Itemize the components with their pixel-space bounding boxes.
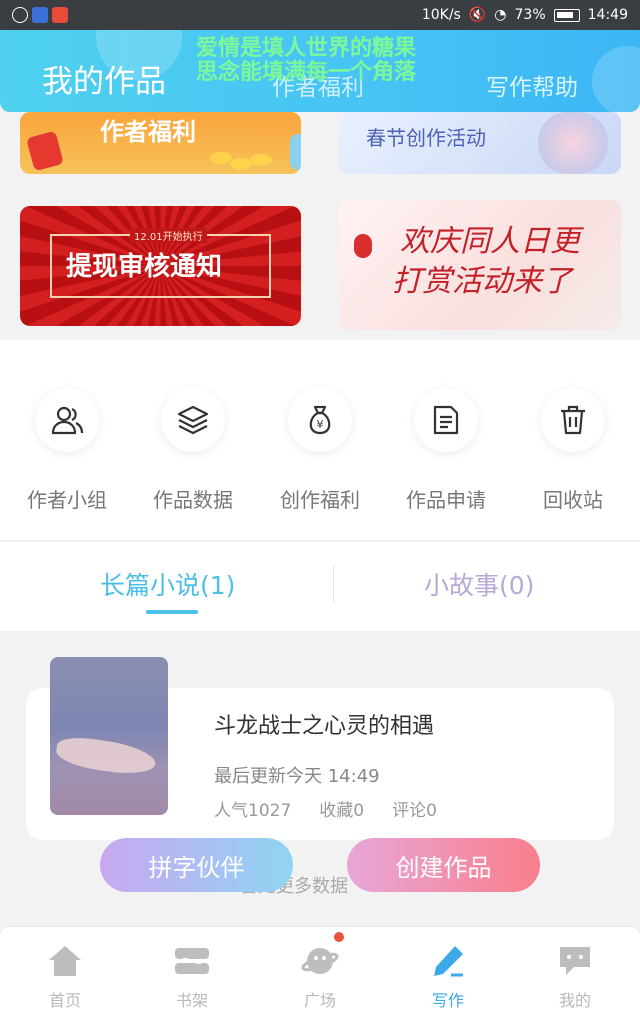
active-tab-indicator	[146, 610, 198, 614]
page-title: 我的作品	[42, 64, 166, 100]
notification-dot	[334, 932, 344, 942]
chat-bubble-icon	[555, 941, 595, 981]
cover-cloud	[54, 734, 158, 778]
coin-icon	[230, 158, 252, 170]
header: 我的作品 作者福利 写作帮助 爱情是填人世界的糖果 思念能填满每一个角落	[0, 30, 640, 112]
quick-item-label: 作品申请	[406, 488, 486, 512]
wifi-icon: ◔	[494, 7, 507, 23]
create-work-button[interactable]: 创建作品	[347, 838, 540, 892]
pen-icon	[428, 941, 468, 981]
book-cover[interactable]	[50, 657, 168, 815]
planet-icon	[300, 941, 340, 981]
banner-title-line-1: 欢庆同人日更	[400, 224, 580, 259]
nav-plaza[interactable]: 广场	[275, 941, 365, 1011]
quick-item-author-group[interactable]: 作者小组	[12, 388, 122, 513]
app-notification-icon	[12, 7, 28, 23]
lantern-icon	[354, 234, 372, 258]
status-bar: 10K/s 🔇 ◔ 73% 14:49	[0, 0, 640, 30]
decorative-bubble	[592, 46, 640, 112]
nav-label: 写作	[431, 991, 464, 1010]
book-popularity: 人气1027	[214, 801, 292, 821]
illustration-figure	[538, 112, 608, 174]
fan-fiction-reward-banner[interactable]: 欢庆同人日更 打赏活动来了	[338, 200, 621, 330]
nav-label: 我的	[558, 991, 591, 1010]
jar-icon	[290, 134, 301, 170]
bookshelf-icon	[172, 941, 212, 981]
banner-subtitle: 12.01开始执行	[130, 228, 207, 243]
bottom-nav: 首页 书架 广场 写作 我的	[0, 926, 640, 1024]
withdraw-review-banner[interactable]: 12.01开始执行 提现审核通知	[20, 206, 301, 326]
battery-percent: 73%	[514, 7, 546, 23]
banner-title-line-2: 打赏活动来了	[392, 264, 572, 299]
trash-icon	[541, 388, 605, 452]
quick-item-label: 作品数据	[153, 488, 233, 512]
quick-item-label: 创作福利	[280, 488, 360, 512]
book-last-updated: 最后更新今天 14:49	[214, 766, 380, 787]
document-icon	[414, 388, 478, 452]
quick-item-label: 作者小组	[27, 488, 107, 512]
app-notification-icon	[52, 7, 68, 23]
home-icon	[45, 941, 85, 981]
layers-icon	[161, 388, 225, 452]
red-envelope-icon	[26, 130, 64, 172]
quick-item-label: 回收站	[543, 488, 603, 512]
quick-item-creation-welfare[interactable]: ¥ 创作福利	[265, 388, 375, 513]
nav-home[interactable]: 首页	[20, 941, 110, 1011]
spring-festival-banner[interactable]: 春节创作活动	[338, 112, 621, 174]
nav-writing[interactable]: 写作	[403, 941, 493, 1011]
status-left-icons	[12, 7, 68, 23]
network-speed: 10K/s	[421, 7, 461, 23]
coin-icon	[210, 152, 232, 164]
clock: 14:49	[587, 7, 628, 23]
nav-label: 广场	[303, 991, 336, 1010]
author-welfare-banner[interactable]: 作者福利	[20, 112, 301, 174]
quick-item-recycle-bin[interactable]: 回收站	[518, 388, 628, 513]
nav-label: 首页	[48, 991, 81, 1010]
tab-story[interactable]: 小故事(0)	[424, 566, 534, 602]
nav-label: 书架	[175, 991, 208, 1010]
money-bag-icon: ¥	[288, 388, 352, 452]
svg-text:¥: ¥	[317, 418, 324, 431]
banner-title: 提现审核通知	[66, 252, 223, 282]
tab-divider	[333, 566, 334, 602]
slogan-line-2: 思念能填满每一个角落	[196, 60, 417, 85]
app-notification-icon	[32, 7, 48, 23]
people-icon	[35, 388, 99, 452]
status-right: 10K/s 🔇 ◔ 73% 14:49	[422, 7, 628, 23]
quick-item-work-data[interactable]: 作品数据	[138, 388, 248, 513]
banner-title: 作者福利	[100, 118, 196, 146]
quick-item-work-application[interactable]: 作品申请	[391, 388, 501, 513]
book-favorites: 收藏0	[319, 801, 365, 821]
tab-novel[interactable]: 长篇小说(1)	[100, 566, 235, 602]
writing-help-link[interactable]: 写作帮助	[486, 68, 578, 102]
book-title[interactable]: 斗龙战士之心灵的相遇	[214, 708, 434, 740]
nav-bookshelf[interactable]: 书架	[147, 941, 237, 1011]
mute-icon: 🔇	[468, 7, 487, 23]
book-stats: 人气1027 收藏0 评论0	[214, 796, 437, 821]
works-tabs: 长篇小说(1) 小故事(0)	[0, 541, 640, 631]
word-partner-button[interactable]: 拼字伙伴	[100, 838, 293, 892]
banner-title: 春节创作活动	[366, 126, 486, 150]
nav-mine[interactable]: 我的	[530, 941, 620, 1011]
quick-menu: 作者小组 作品数据 ¥ 创作福利 作品申请 回收站	[0, 340, 640, 540]
battery-icon	[553, 8, 580, 22]
coin-icon	[250, 154, 272, 166]
book-comments: 评论0	[392, 801, 437, 821]
